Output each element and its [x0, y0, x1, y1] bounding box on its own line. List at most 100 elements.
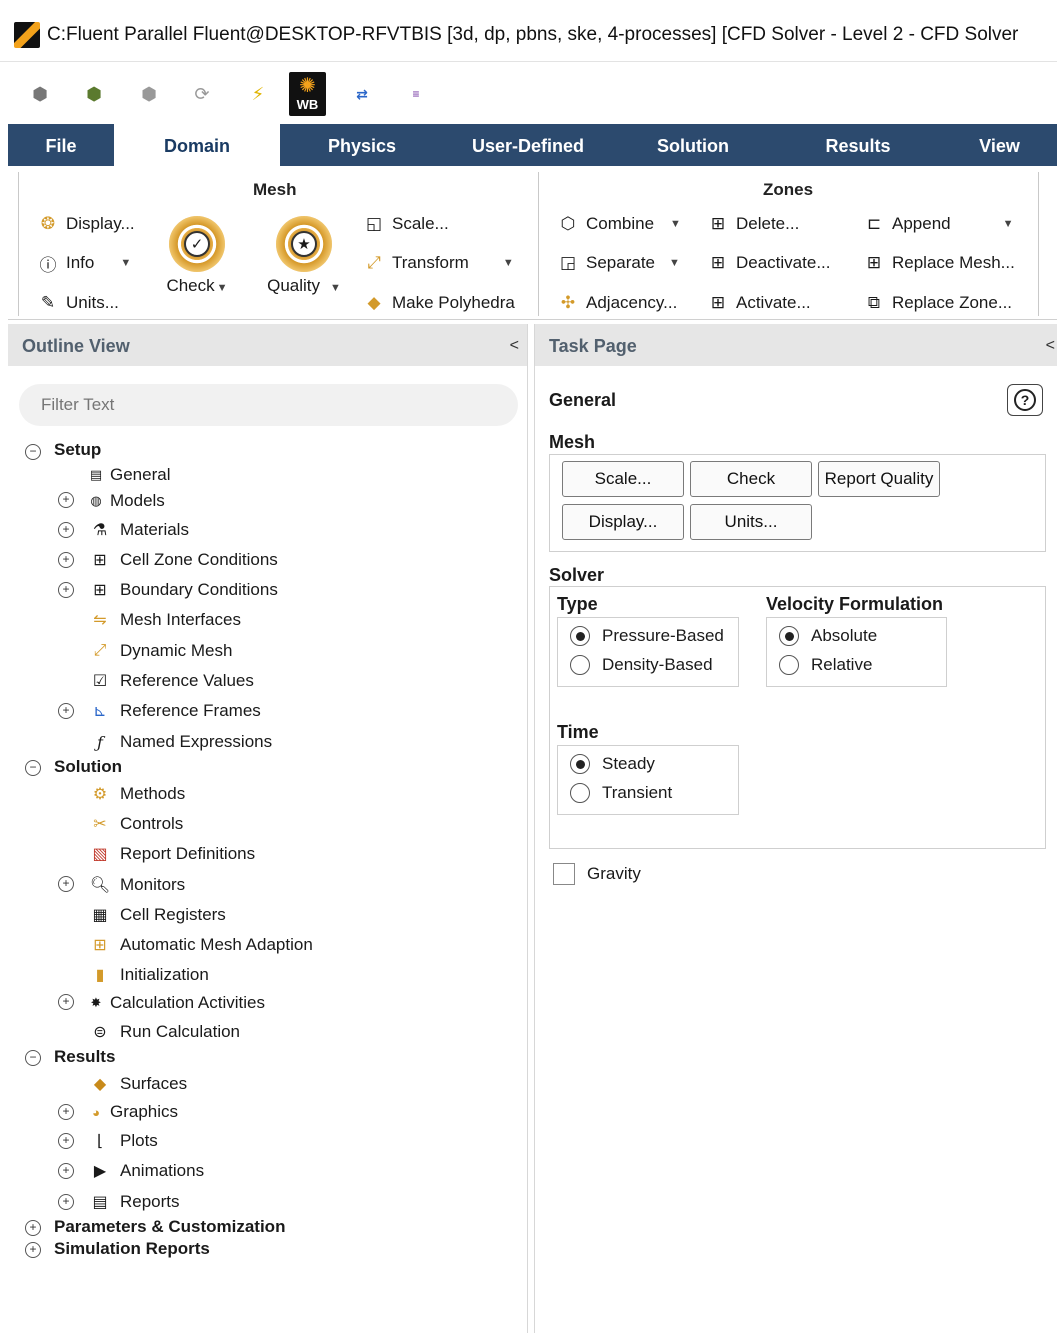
expand-toggle[interactable]: +: [58, 582, 74, 598]
report-definitions-icon: ▧: [92, 846, 108, 863]
tab-file[interactable]: File: [8, 124, 114, 166]
mesh-transform-button[interactable]: ⤢ Transform ▼: [362, 250, 514, 276]
tab-user-defined[interactable]: User-Defined: [444, 124, 612, 166]
zones-delete-button[interactable]: ⊞ Delete...: [706, 211, 799, 237]
read-data-icon[interactable]: ⬢: [82, 82, 106, 106]
relative-radio[interactable]: Relative: [779, 655, 872, 675]
task-check-button[interactable]: Check: [690, 461, 812, 497]
read-case-icon[interactable]: ⬢: [28, 82, 52, 106]
tree-results[interactable]: Results: [54, 1043, 115, 1071]
zones-activate-button[interactable]: ⊞ Activate...: [706, 290, 811, 316]
expand-toggle[interactable]: +: [58, 1133, 74, 1149]
tree-reference-frames[interactable]: ⊾ Reference Frames: [88, 697, 260, 725]
make-polyhedra-button[interactable]: ◆ Make Polyhedra: [362, 290, 514, 316]
refresh-icon[interactable]: ⟳: [190, 82, 214, 106]
mesh-scale-button[interactable]: ◱ Scale...: [362, 211, 449, 237]
zones-append-button[interactable]: ⊏ Append ▼: [862, 211, 1014, 237]
tree-controls[interactable]: ✂ Controls: [88, 810, 183, 838]
collapse-toggle[interactable]: −: [25, 1050, 41, 1066]
quality-icon: ★: [276, 216, 332, 272]
moe-icon[interactable]: ≡: [404, 82, 428, 106]
tree-run-calculation[interactable]: ⊜ Run Calculation: [88, 1018, 240, 1046]
tree-automatic-mesh-adaption[interactable]: ⊞ Automatic Mesh Adaption: [88, 931, 312, 959]
density-based-radio[interactable]: Density-Based: [570, 655, 713, 675]
tree-initialization[interactable]: ▮ Initialization: [88, 961, 209, 989]
tree-models[interactable]: ◍ Models: [88, 487, 164, 515]
expand-toggle[interactable]: +: [58, 1163, 74, 1179]
task-display-button[interactable]: Display...: [562, 504, 684, 540]
tree-reference-values[interactable]: ☑ Reference Values: [88, 667, 254, 695]
tree-methods[interactable]: ⚙ Methods: [88, 780, 185, 808]
mesh-units-button[interactable]: ✎ Units...: [36, 290, 119, 316]
report-quality-button[interactable]: Report Quality: [818, 461, 940, 497]
tree-named-expressions[interactable]: ƒ Named Expressions: [88, 728, 272, 756]
expand-toggle[interactable]: +: [58, 1104, 74, 1120]
expand-toggle[interactable]: +: [58, 703, 74, 719]
expand-toggle[interactable]: +: [58, 552, 74, 568]
expand-toggle[interactable]: +: [58, 994, 74, 1010]
workbench-icon[interactable]: ✺ WB: [289, 72, 326, 116]
collapse-toggle[interactable]: −: [25, 760, 41, 776]
expand-toggle[interactable]: +: [58, 522, 74, 538]
tree-monitors[interactable]: 🔍︎ Monitors: [88, 871, 185, 899]
pressure-based-radio[interactable]: Pressure-Based: [570, 626, 724, 646]
tree-mesh-interfaces[interactable]: ⇋ Mesh Interfaces: [88, 606, 241, 634]
expand-toggle[interactable]: +: [58, 1194, 74, 1210]
zones-adjacency-button[interactable]: ✣ Adjacency...: [556, 290, 677, 316]
write-case-icon[interactable]: ⬢: [137, 82, 161, 106]
collapse-toggle[interactable]: −: [25, 444, 41, 460]
gravity-checkbox[interactable]: Gravity: [553, 863, 641, 885]
tab-view[interactable]: View: [942, 124, 1057, 166]
units-icon: ✎: [40, 293, 56, 312]
tree-reports[interactable]: ▤ Reports: [88, 1188, 179, 1216]
replace-mesh-button[interactable]: ⊞ Replace Mesh...: [862, 250, 1015, 276]
steady-radio[interactable]: Steady: [570, 754, 655, 774]
tree-cell-registers[interactable]: ▦ Cell Registers: [88, 901, 225, 929]
replace-zone-button[interactable]: ⧉ Replace Zone...: [862, 290, 1012, 316]
expand-toggle[interactable]: +: [25, 1220, 41, 1236]
absolute-radio[interactable]: Absolute: [779, 626, 877, 646]
mesh-quality-button[interactable]: ★ Quality ▼: [262, 216, 346, 296]
tree-simulation-reports[interactable]: Simulation Reports: [54, 1235, 210, 1263]
activate-zone-icon: ⊞: [710, 293, 726, 312]
mesh-info-button[interactable]: ⓘ Info ▼: [36, 250, 132, 276]
tree-calculation-activities[interactable]: ✸ Calculation Activities: [88, 989, 265, 1017]
expand-toggle[interactable]: +: [25, 1242, 41, 1258]
fluent-app-icon: [14, 22, 40, 48]
tree-boundary-conditions[interactable]: ⊞ Boundary Conditions: [88, 576, 278, 604]
task-units-button[interactable]: Units...: [690, 504, 812, 540]
tab-physics[interactable]: Physics: [280, 124, 444, 166]
tree-surfaces[interactable]: ◆ Surfaces: [88, 1070, 187, 1098]
tree-cell-zone-conditions[interactable]: ⊞ Cell Zone Conditions: [88, 546, 278, 574]
help-button[interactable]: ?: [1007, 384, 1043, 416]
tree-solution[interactable]: Solution: [54, 753, 122, 781]
tree-animations[interactable]: ▶ Animations: [88, 1157, 204, 1185]
zones-deactivate-button[interactable]: ⊞ Deactivate...: [706, 250, 831, 276]
transient-radio[interactable]: Transient: [570, 783, 672, 803]
lightning-icon[interactable]: ⚡: [246, 82, 270, 106]
mesh-display-button[interactable]: ❂ Display...: [36, 211, 135, 237]
tree-materials[interactable]: ⚗ Materials: [88, 516, 189, 544]
tree-report-definitions[interactable]: ▧ Report Definitions: [88, 840, 255, 868]
tree-dynamic-mesh[interactable]: ⤢ Dynamic Mesh: [88, 637, 233, 665]
task-scale-button[interactable]: Scale...: [562, 461, 684, 497]
mesh-info-label: Info: [66, 253, 95, 272]
collapse-left-icon[interactable]: <: [510, 324, 519, 368]
expand-toggle[interactable]: +: [58, 876, 74, 892]
tree-general[interactable]: ▤ General: [88, 461, 171, 489]
mesh-scale-label: Scale...: [392, 214, 449, 233]
tree-plots[interactable]: ⌊ Plots: [88, 1127, 158, 1155]
mesh-check-button[interactable]: ✓ Check ▼: [162, 216, 232, 296]
tree-setup[interactable]: Setup: [54, 436, 101, 464]
delete-zone-icon: ⊞: [710, 214, 726, 233]
tab-results[interactable]: Results: [774, 124, 942, 166]
tree-graphics[interactable]: ◕ Graphics: [88, 1098, 178, 1126]
expand-toggle[interactable]: +: [58, 492, 74, 508]
filter-text-input[interactable]: [19, 384, 518, 426]
collapse-right-icon[interactable]: <: [1046, 324, 1055, 368]
zones-separate-button[interactable]: ◲ Separate ▼: [556, 250, 680, 276]
zones-combine-button[interactable]: ⬡ Combine ▼: [556, 211, 681, 237]
tab-domain[interactable]: Domain: [114, 124, 280, 166]
parameters-icon[interactable]: ⇄: [350, 82, 374, 106]
tab-solution[interactable]: Solution: [612, 124, 774, 166]
